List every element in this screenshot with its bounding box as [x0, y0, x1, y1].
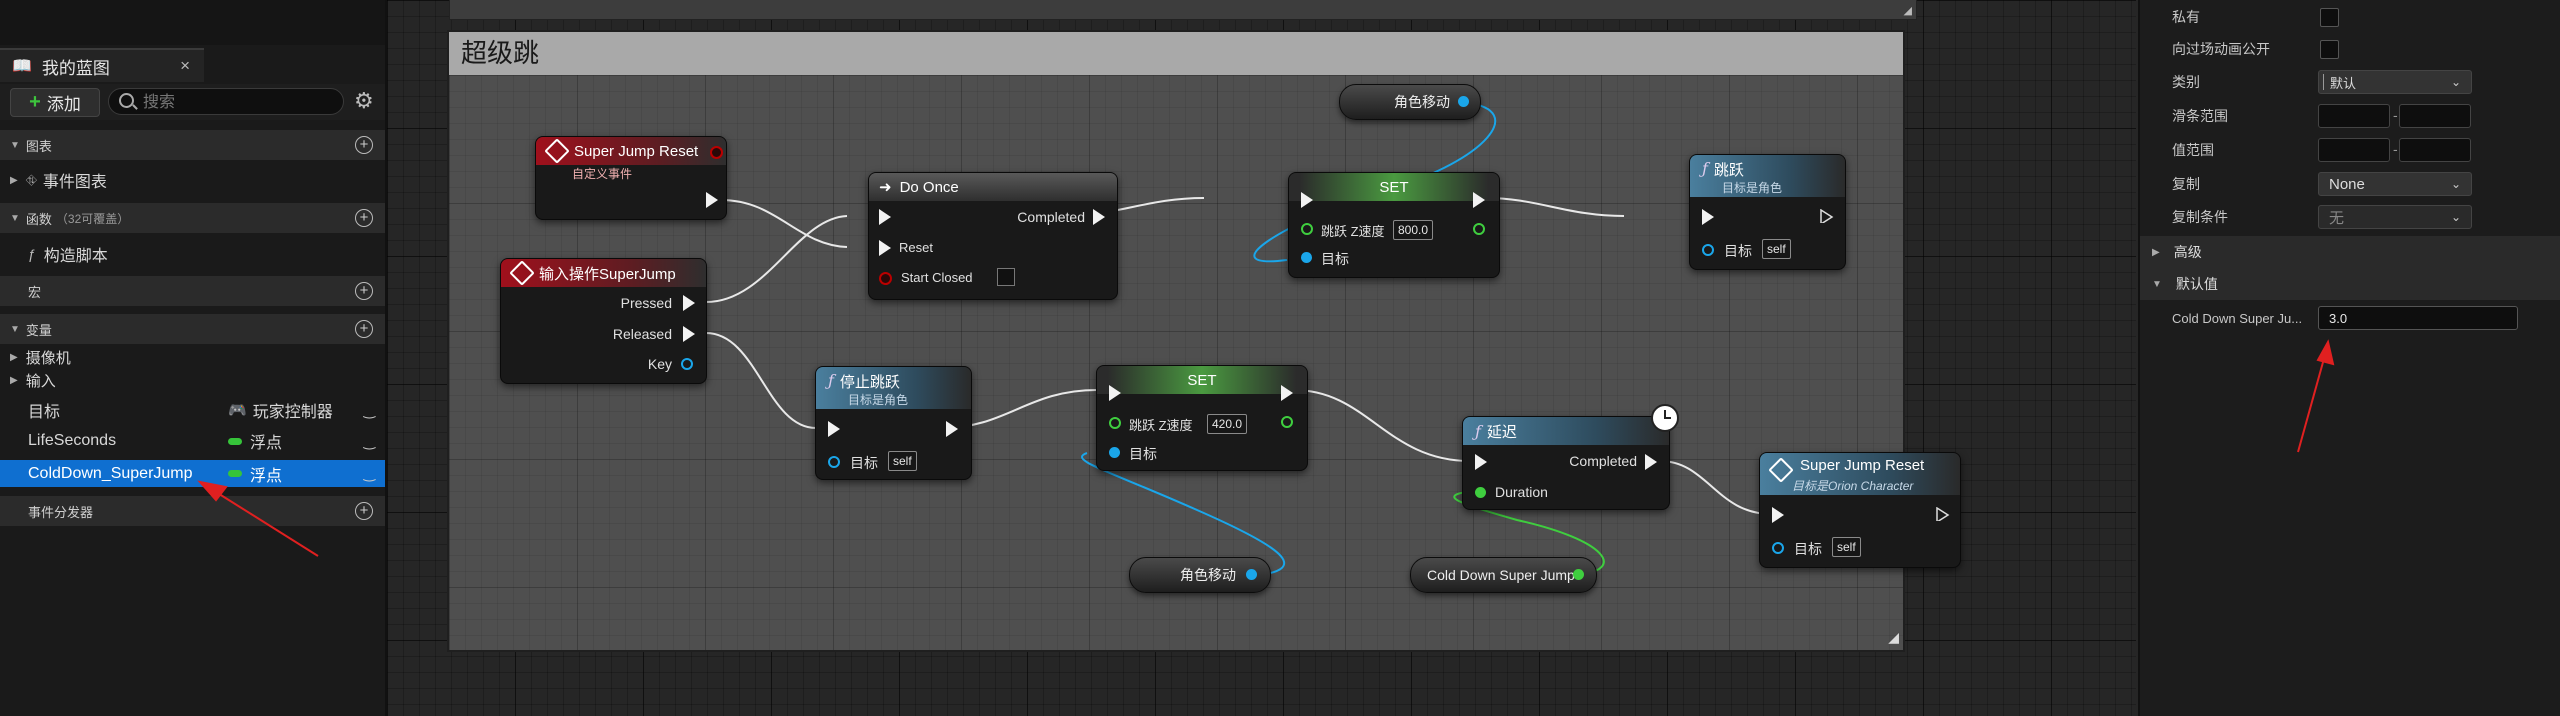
annotation-arrowhead-left — [197, 480, 228, 502]
annotation-arrow-left — [215, 491, 319, 557]
annotation-arrowhead-right — [2316, 339, 2335, 366]
annotation-layer — [197, 339, 2335, 557]
annotation-arrow-right — [2297, 354, 2326, 453]
